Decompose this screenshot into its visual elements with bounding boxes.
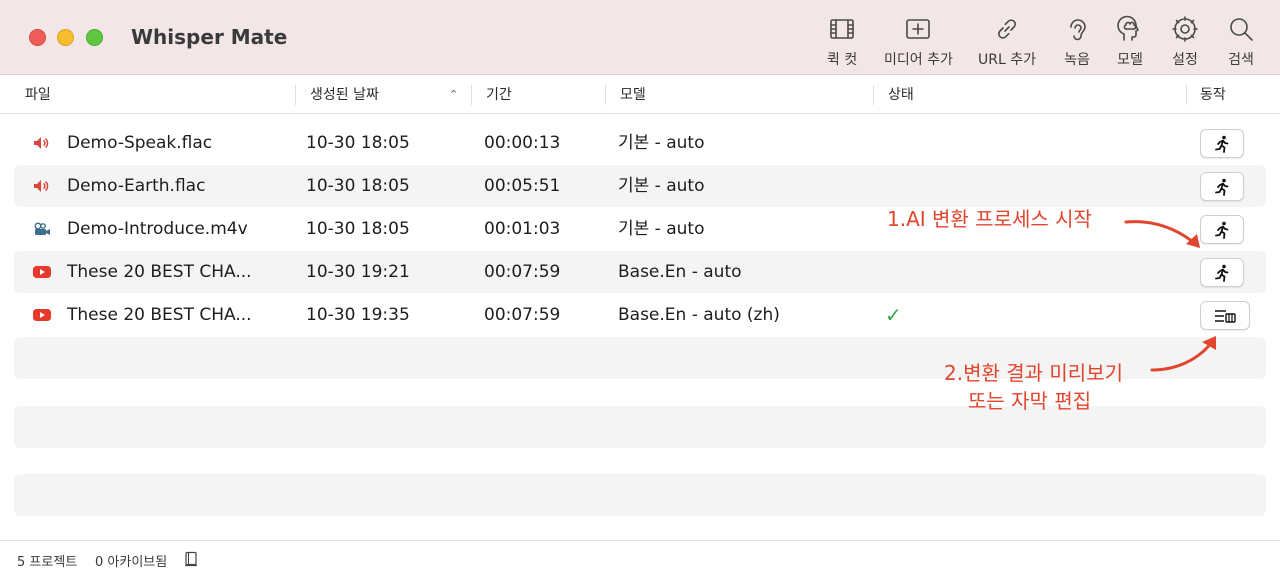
maximize-window-button[interactable] (86, 29, 103, 46)
model-button[interactable]: 모델 (1115, 14, 1145, 69)
column-divider (1186, 85, 1187, 105)
annotation-preview-line2: 또는 자막 편집 (968, 389, 1092, 413)
duration: 00:07:59 (484, 262, 561, 282)
audio-speaker-icon (34, 137, 49, 149)
app-title: Whisper Mate (131, 25, 288, 49)
annotation-start-transcription: 1.AI 변환 프로세스 시작 (887, 207, 1092, 231)
file-name: Demo-Earth.flac (67, 176, 206, 196)
column-divider (295, 85, 296, 105)
toolbar-label: 검색 (1228, 52, 1254, 68)
toolbar-label: 녹음 (1064, 52, 1090, 68)
duration: 00:07:59 (484, 305, 561, 325)
model: 기본 - auto (618, 219, 705, 239)
table-row[interactable]: Demo-Speak.flac 10-30 18:05 00:00:13 기본 … (14, 122, 1266, 164)
close-window-button[interactable] (29, 29, 46, 46)
file-name: These 20 BEST CHA... (67, 262, 252, 282)
file-name: These 20 BEST CHA... (67, 305, 252, 325)
model: 기본 - auto (618, 133, 705, 153)
file-name: Demo-Introduce.m4v (67, 219, 248, 239)
preview-subtitles-button[interactable] (1200, 301, 1250, 330)
quick-cut-button[interactable]: 퀵 컷 (827, 14, 857, 69)
column-header-model[interactable]: 모델 (620, 76, 646, 114)
link-icon (998, 19, 1016, 39)
subtitles-list-icon (1215, 309, 1236, 323)
model: 기본 - auto (618, 176, 705, 196)
toolbar-label: 모델 (1117, 52, 1143, 68)
archive-icon[interactable] (184, 551, 198, 567)
youtube-icon (33, 266, 51, 278)
created-date: 10-30 19:35 (306, 305, 410, 325)
project-count: 5 프로젝트 (17, 555, 78, 570)
video-camera-icon (34, 222, 50, 235)
created-date: 10-30 18:05 (306, 176, 410, 196)
status-bar: 5 프로젝트 0 아카이브됨 (0, 540, 1280, 576)
duration: 00:01:03 (484, 219, 561, 239)
model: Base.En - auto (618, 262, 742, 282)
column-divider (873, 85, 874, 105)
file-name: Demo-Speak.flac (67, 133, 213, 153)
ear-icon (1070, 19, 1086, 41)
table-row[interactable]: Demo-Earth.flac 10-30 18:05 00:05:51 기본 … (14, 165, 1266, 207)
running-person-icon (1215, 178, 1229, 196)
record-button[interactable]: 녹음 (1062, 14, 1092, 69)
created-date: 10-30 19:21 (306, 262, 410, 282)
annotation-preview-line1: 2.변환 결과 미리보기 (944, 361, 1123, 385)
running-person-icon (1215, 221, 1229, 239)
add-media-icon (906, 19, 931, 39)
running-person-icon (1215, 264, 1229, 282)
search-button[interactable]: 검색 (1226, 14, 1256, 69)
toolbar-label: URL 추가 (978, 52, 1036, 68)
created-date: 10-30 18:05 (306, 219, 410, 239)
toolbar-label: 퀵 컷 (827, 52, 858, 68)
column-header-date[interactable]: 생성된 날짜 (310, 76, 379, 114)
column-divider (471, 85, 472, 105)
film-icon (830, 19, 854, 39)
add-url-button[interactable]: URL 추가 (978, 14, 1036, 69)
model: Base.En - auto (zh) (618, 305, 780, 325)
empty-row (14, 474, 1266, 516)
table-row[interactable]: These 20 BEST CHA... 10-30 19:21 00:07:5… (14, 251, 1266, 293)
table-header: 파일 생성된 날짜 ⌃ 기간 모델 상태 동작 (0, 76, 1280, 114)
start-transcription-button[interactable] (1200, 258, 1244, 287)
column-header-status[interactable]: 상태 (888, 76, 914, 114)
brain-icon (1117, 15, 1139, 41)
annotation-arrow-icon (1150, 336, 1216, 372)
app-window: Whisper Mate 퀵 컷 미디어 추가 URL 추가 녹음 모델 설정 … (0, 0, 1280, 576)
annotation-arrow-icon (1124, 220, 1200, 248)
archived-count: 0 아카이브됨 (95, 555, 168, 570)
running-person-icon (1215, 135, 1229, 153)
start-transcription-button[interactable] (1200, 172, 1244, 201)
gear-icon (1172, 16, 1198, 42)
audio-speaker-icon (34, 180, 49, 192)
sort-ascending-icon[interactable]: ⌃ (449, 88, 458, 101)
column-divider (605, 85, 606, 105)
toolbar-label: 설정 (1172, 52, 1198, 68)
duration: 00:00:13 (484, 133, 561, 153)
column-header-file[interactable]: 파일 (25, 76, 51, 114)
column-header-duration[interactable]: 기간 (486, 76, 512, 114)
status-check-icon: ✓ (885, 303, 902, 327)
youtube-icon (33, 309, 51, 321)
start-transcription-button[interactable] (1200, 129, 1244, 158)
add-media-button[interactable]: 미디어 추가 (884, 14, 953, 69)
duration: 00:05:51 (484, 176, 561, 196)
toolbar-label: 미디어 추가 (884, 52, 953, 68)
minimize-window-button[interactable] (57, 29, 74, 46)
search-icon (1230, 18, 1253, 41)
created-date: 10-30 18:05 (306, 133, 410, 153)
settings-button[interactable]: 설정 (1170, 14, 1200, 69)
column-header-action[interactable]: 동작 (1200, 76, 1226, 114)
table-row[interactable]: These 20 BEST CHA... 10-30 19:35 00:07:5… (14, 294, 1266, 336)
title-bar: Whisper Mate 퀵 컷 미디어 추가 URL 추가 녹음 모델 설정 … (0, 0, 1280, 75)
